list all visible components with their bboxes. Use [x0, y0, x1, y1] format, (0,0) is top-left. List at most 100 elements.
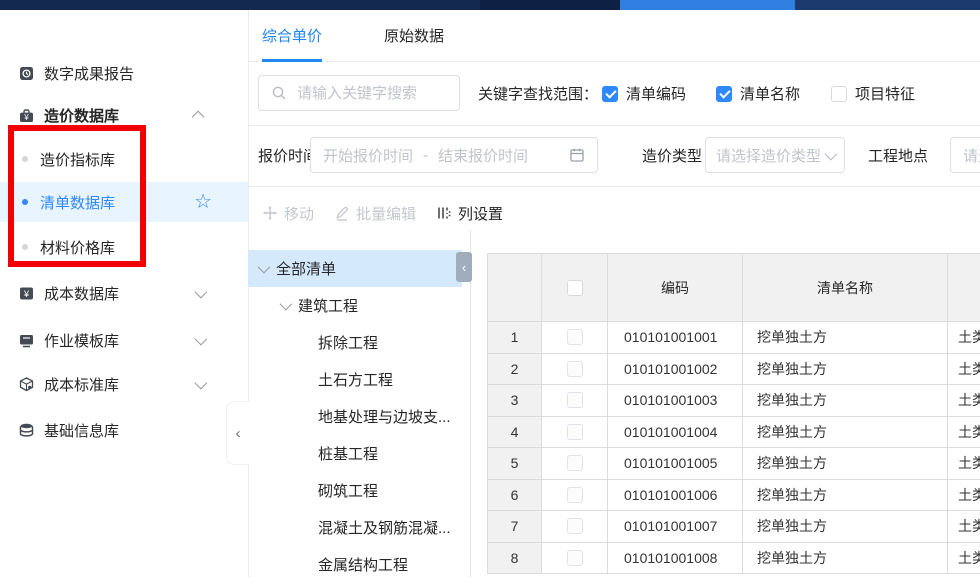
- checkbox-project-feature[interactable]: 项目特征: [831, 62, 915, 125]
- chevron-down-icon[interactable]: [195, 285, 208, 298]
- table-row[interactable]: 6 010101001006 挖单独土方 土类别: [487, 480, 980, 512]
- sidebar-item-price-database[interactable]: ¥ 造价数据库: [0, 99, 248, 131]
- search-box[interactable]: [258, 75, 460, 111]
- row-checkbox[interactable]: [567, 361, 583, 377]
- tree-item-piling[interactable]: 桩基工程: [248, 435, 470, 472]
- chevron-up-icon[interactable]: [192, 110, 205, 123]
- tree-item-steel-structure[interactable]: 金属结构工程: [248, 546, 470, 577]
- standard-db-icon: [18, 376, 35, 393]
- column-header-feature[interactable]: [948, 253, 980, 322]
- sidebar-collapse-handle[interactable]: ‹: [226, 401, 249, 465]
- row-checkbox[interactable]: [567, 518, 583, 534]
- tree-item-label: 金属结构工程: [318, 554, 408, 575]
- column-header-code[interactable]: 编码: [608, 253, 743, 322]
- sidebar-item-material-price-db[interactable]: 材料价格库: [0, 231, 248, 263]
- table-row[interactable]: 7 010101001007 挖单独土方 土类别: [487, 511, 980, 543]
- tree-item-label: 土石方工程: [318, 369, 393, 390]
- sidebar-item-cost-database[interactable]: ¥ 成本数据库: [0, 277, 248, 309]
- tab-composite-unit-price[interactable]: 综合单价: [262, 10, 322, 61]
- window-topbar: [0, 0, 980, 10]
- star-icon[interactable]: ☆: [194, 192, 212, 212]
- tree-item-label: 全部清单: [276, 258, 336, 279]
- checkbox-unchecked-icon[interactable]: [831, 86, 847, 102]
- cell-feature: 土类别: [948, 511, 980, 543]
- row-checkbox[interactable]: [567, 329, 583, 345]
- svg-text:¥: ¥: [23, 113, 29, 122]
- checkbox-list-name[interactable]: 清单名称: [716, 62, 800, 125]
- sidebar-item-digital-report[interactable]: 数字成果报告: [0, 57, 248, 89]
- row-number: 1: [487, 322, 542, 354]
- search-input[interactable]: [295, 84, 439, 103]
- checkbox-label: 清单名称: [740, 83, 800, 104]
- tree-item-demolition[interactable]: 拆除工程: [248, 324, 470, 361]
- table-row[interactable]: 5 010101001005 挖单独土方 土类别: [487, 448, 980, 480]
- checkbox-list-code[interactable]: 清单编码: [602, 62, 686, 125]
- quote-time-label: 报价时间: [258, 125, 318, 186]
- filter-row: 报价时间 开始报价时间 - 结束报价时间 造价类型 请选择造价类型 工程地点 请…: [248, 125, 980, 187]
- tree-item-all-lists[interactable]: 全部清单: [248, 250, 462, 287]
- tree-item-concrete[interactable]: 混凝土及钢筋混凝...: [248, 509, 470, 546]
- tree-item-masonry[interactable]: 砌筑工程: [248, 472, 470, 509]
- sidebar-item-label: 数字成果报告: [44, 63, 134, 84]
- chevron-down-icon[interactable]: [280, 298, 293, 311]
- select-all-checkbox[interactable]: [567, 280, 583, 296]
- chevron-down-icon[interactable]: [195, 332, 208, 345]
- tree-item-label: 建筑工程: [298, 295, 358, 316]
- tree-item-foundation[interactable]: 地基处理与边坡支...: [248, 398, 470, 435]
- checkbox-label: 项目特征: [855, 83, 915, 104]
- row-checkbox[interactable]: [567, 487, 583, 503]
- column-settings-button[interactable]: 列设置: [436, 203, 503, 224]
- table-row[interactable]: 1 010101001001 挖单独土方 土类别: [487, 322, 980, 354]
- cost-type-select[interactable]: 请选择造价类型: [705, 137, 845, 173]
- tab-bar: 综合单价 原始数据: [248, 10, 980, 62]
- table-row[interactable]: 8 010101001008 挖单独土方 土类别: [487, 543, 980, 575]
- row-checkbox[interactable]: [567, 424, 583, 440]
- cost-db-icon: ¥: [18, 285, 35, 302]
- sidebar-item-template-database[interactable]: 作业模板库: [0, 324, 248, 356]
- table-row[interactable]: 4 010101001004 挖单独土方 土类别: [487, 417, 980, 449]
- chevron-down-icon[interactable]: [258, 261, 271, 274]
- sidebar-item-label: 清单数据库: [40, 192, 115, 213]
- row-number: 2: [487, 354, 542, 386]
- tree-item-construction[interactable]: 建筑工程: [248, 287, 470, 324]
- tree-item-earthwork[interactable]: 土石方工程: [248, 361, 470, 398]
- cost-type-placeholder: 请选择造价类型: [716, 145, 821, 166]
- table-header: 编码 清单名称: [487, 253, 980, 322]
- row-checkbox[interactable]: [567, 550, 583, 566]
- location-placeholder: 请选: [963, 145, 980, 166]
- sidebar-item-base-info-database[interactable]: 基础信息库: [0, 414, 248, 446]
- cell-code: 010101001001: [608, 322, 743, 354]
- tree-collapse-handle[interactable]: ‹: [456, 252, 472, 282]
- sidebar-item-label: 成本标准库: [44, 374, 119, 395]
- sidebar-item-list-db[interactable]: 清单数据库 ☆: [0, 182, 248, 222]
- sidebar-item-price-index-db[interactable]: 造价指标库: [0, 143, 248, 175]
- column-settings-label: 列设置: [458, 203, 503, 224]
- price-db-icon: ¥: [18, 107, 35, 124]
- tree-item-label: 拆除工程: [318, 332, 378, 353]
- checkbox-checked-icon[interactable]: [602, 86, 618, 102]
- quote-time-range-input[interactable]: 开始报价时间 - 结束报价时间: [310, 137, 598, 173]
- cell-name: 挖单独土方: [743, 480, 948, 512]
- topbar-active-segment: [620, 0, 795, 10]
- cell-name: 挖单独土方: [743, 385, 948, 417]
- dot-bullet: [22, 156, 28, 162]
- cell-code: 010101001002: [608, 354, 743, 386]
- chevron-down-icon[interactable]: [195, 376, 208, 389]
- template-db-icon: [18, 332, 35, 349]
- cell-name: 挖单独土方: [743, 543, 948, 575]
- move-button[interactable]: 移动: [262, 203, 314, 224]
- app-window: 数字成果报告 ¥ 造价数据库 造价指标库 清单数据库 ☆ 材料价格库 ¥: [0, 0, 980, 577]
- cell-code: 010101001005: [608, 448, 743, 480]
- cell-code: 010101001004: [608, 417, 743, 449]
- date-end-placeholder: 结束报价时间: [438, 145, 528, 166]
- table-row[interactable]: 2 010101001002 挖单独土方 土类别: [487, 354, 980, 386]
- row-checkbox[interactable]: [567, 392, 583, 408]
- table-row[interactable]: 3 010101001003 挖单独土方 土类别: [487, 385, 980, 417]
- row-checkbox[interactable]: [567, 455, 583, 471]
- column-header-name[interactable]: 清单名称: [743, 253, 948, 322]
- location-select[interactable]: 请选: [950, 137, 980, 173]
- sidebar-item-cost-standard-database[interactable]: 成本标准库: [0, 368, 248, 400]
- checkbox-checked-icon[interactable]: [716, 86, 732, 102]
- batch-edit-button[interactable]: 批量编辑: [334, 203, 416, 224]
- tab-raw-data[interactable]: 原始数据: [384, 10, 444, 61]
